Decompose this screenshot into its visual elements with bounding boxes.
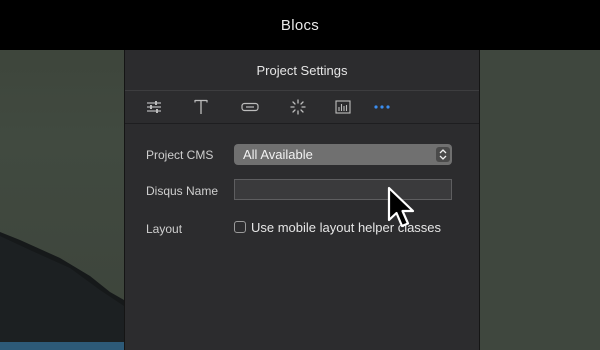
tab-button[interactable] bbox=[236, 91, 264, 123]
button-icon bbox=[241, 102, 259, 112]
panel-title: Project Settings bbox=[125, 50, 479, 91]
panel-title-label: Project Settings bbox=[256, 62, 348, 78]
disqus-name-label: Disqus Name bbox=[146, 184, 219, 198]
disqus-name-field[interactable] bbox=[234, 179, 452, 200]
select-arrows-icon bbox=[436, 147, 450, 162]
mobile-layout-checkbox[interactable] bbox=[234, 221, 246, 233]
window-titlebar: Blocs bbox=[0, 0, 600, 50]
tab-sliders[interactable] bbox=[140, 91, 168, 123]
mouse-pointer-icon bbox=[387, 186, 415, 228]
tab-chart[interactable] bbox=[329, 91, 357, 123]
tab-spinner[interactable] bbox=[284, 91, 312, 123]
background-water bbox=[0, 342, 124, 350]
text-icon bbox=[194, 99, 208, 114]
tab-text[interactable] bbox=[187, 91, 215, 123]
chart-icon bbox=[335, 100, 351, 114]
layout-label: Layout bbox=[146, 222, 183, 236]
spinner-icon bbox=[290, 99, 306, 115]
more-icon bbox=[374, 105, 390, 109]
project-cms-select[interactable]: All Available bbox=[234, 144, 452, 165]
project-cms-value: All Available bbox=[243, 147, 313, 162]
settings-toolbar bbox=[125, 91, 479, 124]
project-settings-panel: Project Settings Project CMS All Availab… bbox=[124, 50, 480, 350]
tab-more[interactable] bbox=[368, 91, 396, 123]
project-cms-label: Project CMS bbox=[146, 148, 214, 162]
window-title: Blocs bbox=[280, 16, 320, 34]
sliders-icon bbox=[147, 101, 161, 113]
